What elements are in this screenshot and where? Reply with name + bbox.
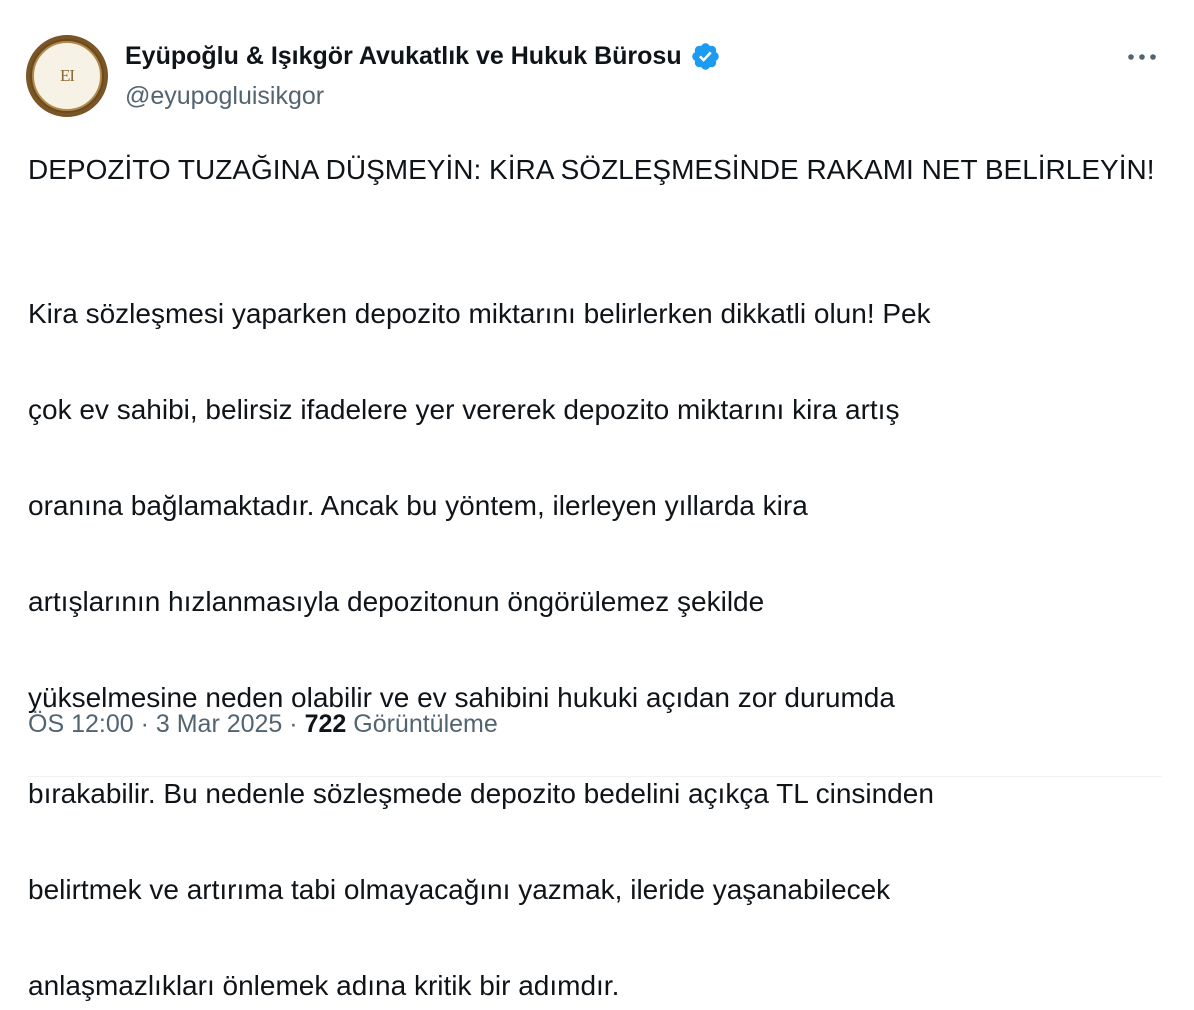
tweet-line: anlaşmazlıkları önlemek adına kritik bir… xyxy=(28,970,620,1001)
tweet-card: EI Eyüpoğlu & Işıkgör Avukatlık ve Hukuk… xyxy=(0,0,1194,1001)
tweet-line: belirtmek ve artırıma tabi olmayacağını … xyxy=(28,874,891,905)
avatar[interactable]: EI xyxy=(26,35,108,117)
author-handle[interactable]: @eyupogluisikgor xyxy=(125,81,324,111)
meta-separator: · xyxy=(289,710,298,738)
views-link[interactable]: 722 Görüntüleme xyxy=(305,710,498,738)
divider xyxy=(28,776,1162,777)
tweet-paragraph: Kira sözleşmesi yaparken depozito miktar… xyxy=(28,242,1168,1010)
tweet-date[interactable]: 3 Mar 2025 xyxy=(156,710,282,738)
tweet-headline: DEPOZİTO TUZAĞINA DÜŞMEYİN: KİRA SÖZLEŞM… xyxy=(28,154,1155,185)
more-horizontal-icon xyxy=(1128,54,1156,60)
tweet-time-link[interactable]: ÖS 12:00 · 3 Mar 2025 xyxy=(28,710,282,738)
author-name-text[interactable]: Eyüpoğlu & Işıkgör Avukatlık ve Hukuk Bü… xyxy=(125,40,682,72)
tweet-meta: ÖS 12:00 · 3 Mar 2025 · 722 Görüntüleme xyxy=(28,704,498,744)
tweet-line: çok ev sahibi, belirsiz ifadelere yer ve… xyxy=(28,394,900,425)
tweet-line: Kira sözleşmesi yaparken depozito miktar… xyxy=(28,298,931,329)
tweet-line: oranına bağlamaktadır. Ancak bu yöntem, … xyxy=(28,490,808,521)
more-options-button[interactable] xyxy=(1122,42,1162,72)
avatar-monogram: EI xyxy=(59,66,75,85)
author-name[interactable]: Eyüpoğlu & Işıkgör Avukatlık ve Hukuk Bü… xyxy=(125,40,721,72)
verified-badge-icon[interactable] xyxy=(690,41,721,72)
tweet-time[interactable]: ÖS 12:00 xyxy=(28,710,134,738)
tweet-line: bırakabilir. Bu nedenle sözleşmede depoz… xyxy=(28,778,934,809)
tweet-line: artışlarının hızlanmasıyla depozitonun ö… xyxy=(28,586,765,617)
meta-separator: · xyxy=(140,710,149,738)
views-count[interactable]: 722 xyxy=(305,710,347,738)
tweet-text: DEPOZİTO TUZAĞINA DÜŞMEYİN: KİRA SÖZLEŞM… xyxy=(28,146,1168,1010)
avatar-logo: EI xyxy=(32,41,102,111)
views-label[interactable]: Görüntüleme xyxy=(353,710,498,738)
